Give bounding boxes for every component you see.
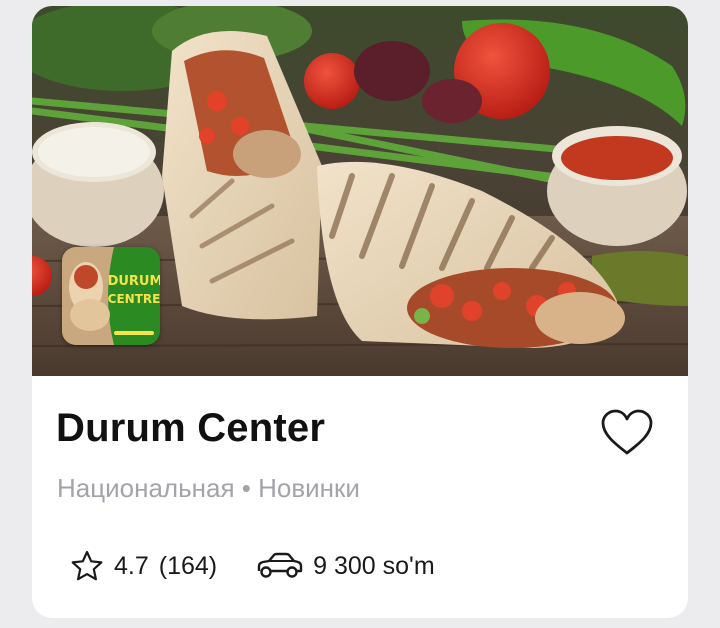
- svg-text:CENTRE: CENTRE: [108, 292, 160, 306]
- cuisine-tags: Национальная • Новинки: [57, 473, 360, 503]
- car-icon: [255, 551, 303, 581]
- heart-outline-icon: [601, 409, 653, 455]
- delivery-price: 9 300 so'm: [313, 551, 435, 580]
- svg-text:DURUM: DURUM: [108, 274, 160, 289]
- favorite-button[interactable]: [600, 408, 654, 458]
- restaurant-card[interactable]: DURUM CENTRE Durum Center Национальная •…: [32, 6, 688, 618]
- reviews-count: (164): [158, 551, 218, 580]
- rating-value: 4.7: [114, 551, 149, 580]
- star-outline-icon: [70, 550, 104, 582]
- restaurant-logo: DURUM CENTRE: [62, 247, 160, 345]
- restaurant-meta: 4.7 (164) 9 300 so'm: [70, 546, 435, 586]
- restaurant-name: Durum Center: [56, 406, 326, 450]
